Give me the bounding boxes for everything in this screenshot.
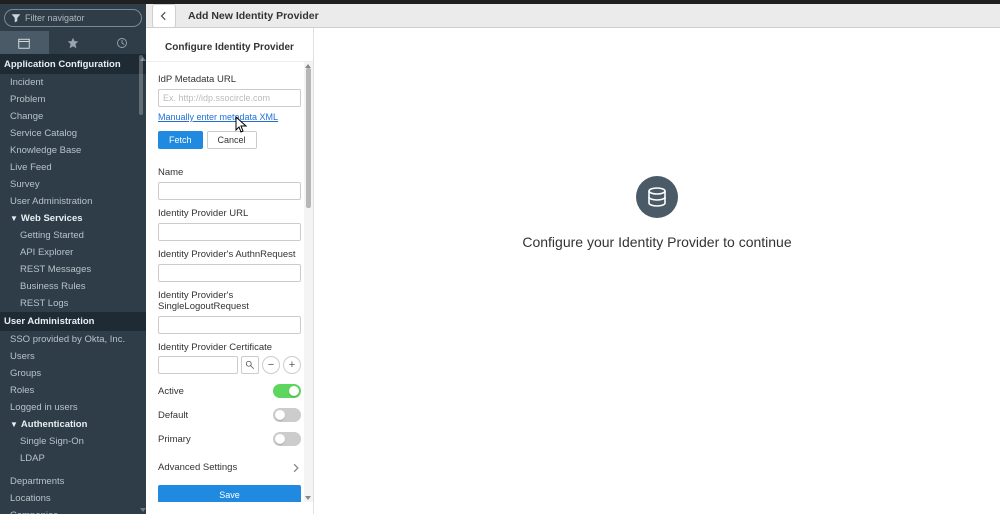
nav-item[interactable]: REST Messages xyxy=(0,261,146,278)
nav-list-1: IncidentProblemChangeService CatalogKnow… xyxy=(0,74,146,210)
link-manual-metadata[interactable]: Manually enter metadata XML xyxy=(158,112,278,122)
label-authnrequest: Identity Provider's AuthnRequest xyxy=(158,249,301,260)
nav-list-auth: Single Sign-OnLDAP xyxy=(0,433,146,467)
nav-item[interactable]: Incident xyxy=(0,74,146,91)
filter-navigator[interactable] xyxy=(4,9,142,27)
form-scrollbar[interactable] xyxy=(304,62,313,502)
input-certificate[interactable] xyxy=(158,356,238,374)
label-provider-url: Identity Provider URL xyxy=(158,208,301,219)
nav-item[interactable]: Change xyxy=(0,108,146,125)
nav-list-3: DepartmentsLocationsCompaniesLocation Ma… xyxy=(0,473,146,514)
toggle-default[interactable] xyxy=(273,408,301,422)
nav-item[interactable]: LDAP xyxy=(0,450,146,467)
nav-item[interactable]: Service Catalog xyxy=(0,125,146,142)
nav-section-app-config: Application Configuration xyxy=(0,55,146,74)
nav-item[interactable]: Users xyxy=(0,348,146,365)
nav-item[interactable]: Live Feed xyxy=(0,159,146,176)
label-idp-metadata-url: IdP Metadata URL xyxy=(158,74,301,85)
fetch-button[interactable]: Fetch xyxy=(158,131,203,149)
nav-group-web-services[interactable]: ▼Web Services xyxy=(0,210,146,227)
input-name[interactable] xyxy=(158,182,301,200)
page-header: Add New Identity Provider xyxy=(146,4,1000,28)
nav-item[interactable]: Problem xyxy=(0,91,146,108)
plus-icon: + xyxy=(289,359,295,371)
nav-item[interactable]: API Explorer xyxy=(0,244,146,261)
nav-item[interactable]: Business Rules xyxy=(0,278,146,295)
certificate-remove-button[interactable]: − xyxy=(262,356,280,374)
nav-item[interactable]: Getting Started xyxy=(0,227,146,244)
config-form-panel: Configure Identity Provider IdP Metadata… xyxy=(146,28,314,514)
advanced-settings-row[interactable]: Advanced Settings xyxy=(158,462,301,473)
label-slo: Identity Provider's SingleLogoutRequest xyxy=(158,290,301,312)
form-title: Configure Identity Provider xyxy=(146,28,313,62)
minus-icon: − xyxy=(268,359,274,371)
database-icon xyxy=(636,176,678,218)
nav-item[interactable]: Companies xyxy=(0,507,146,514)
nav-item[interactable]: Single Sign-On xyxy=(0,433,146,450)
nav-body: Application Configuration IncidentProble… xyxy=(0,55,146,514)
main-panel: Configure your Identity Provider to cont… xyxy=(314,28,1000,514)
nav-tab-all[interactable] xyxy=(0,31,49,54)
input-authnrequest[interactable] xyxy=(158,264,301,282)
input-idp-metadata-url[interactable] xyxy=(158,89,301,107)
cancel-button[interactable]: Cancel xyxy=(207,131,257,149)
save-button[interactable]: Save xyxy=(158,485,301,502)
nav-item[interactable]: Roles xyxy=(0,382,146,399)
main-empty-text: Configure your Identity Provider to cont… xyxy=(522,234,791,250)
nav-tab-history[interactable] xyxy=(97,31,146,54)
label-active: Active xyxy=(158,386,184,397)
nav-list-2: SSO provided by Okta, Inc.UsersGroupsRol… xyxy=(0,331,146,416)
nav-scrollbar[interactable] xyxy=(139,55,146,514)
nav-group-authentication[interactable]: ▼Authentication xyxy=(0,416,146,433)
label-name: Name xyxy=(158,167,301,178)
nav-item[interactable]: Survey xyxy=(0,176,146,193)
page-title: Add New Identity Provider xyxy=(188,10,319,22)
nav-item[interactable]: SSO provided by Okta, Inc. xyxy=(0,331,146,348)
chevron-left-icon xyxy=(159,11,169,21)
nav-item[interactable]: Groups xyxy=(0,365,146,382)
input-provider-url[interactable] xyxy=(158,223,301,241)
certificate-lookup-button[interactable] xyxy=(241,356,259,374)
clock-icon xyxy=(116,37,128,49)
left-nav: Application Configuration IncidentProble… xyxy=(0,4,146,514)
chevron-right-icon xyxy=(291,463,301,473)
back-button[interactable] xyxy=(152,4,176,28)
certificate-add-button[interactable]: + xyxy=(283,356,301,374)
nav-item[interactable]: Knowledge Base xyxy=(0,142,146,159)
input-slo[interactable] xyxy=(158,316,301,334)
nav-item[interactable]: Locations xyxy=(0,490,146,507)
nav-item[interactable]: User Administration xyxy=(0,193,146,210)
label-default: Default xyxy=(158,410,188,421)
nav-item[interactable]: REST Logs xyxy=(0,295,146,312)
nav-tab-favorites[interactable] xyxy=(49,31,98,54)
filter-navigator-input[interactable] xyxy=(25,13,142,23)
nav-tabs xyxy=(0,31,146,55)
star-icon xyxy=(67,37,79,49)
search-icon xyxy=(245,360,255,370)
nav-list-ws: Getting StartedAPI ExplorerREST Messages… xyxy=(0,227,146,312)
nav-section-user-admin: User Administration xyxy=(0,312,146,331)
nav-item[interactable]: Logged in users xyxy=(0,399,146,416)
label-primary: Primary xyxy=(158,434,191,445)
funnel-icon xyxy=(11,13,21,23)
nav-item[interactable]: Departments xyxy=(0,473,146,490)
label-certificate: Identity Provider Certificate xyxy=(158,342,301,353)
toggle-active[interactable] xyxy=(273,384,301,398)
applications-icon xyxy=(18,37,30,49)
toggle-primary[interactable] xyxy=(273,432,301,446)
